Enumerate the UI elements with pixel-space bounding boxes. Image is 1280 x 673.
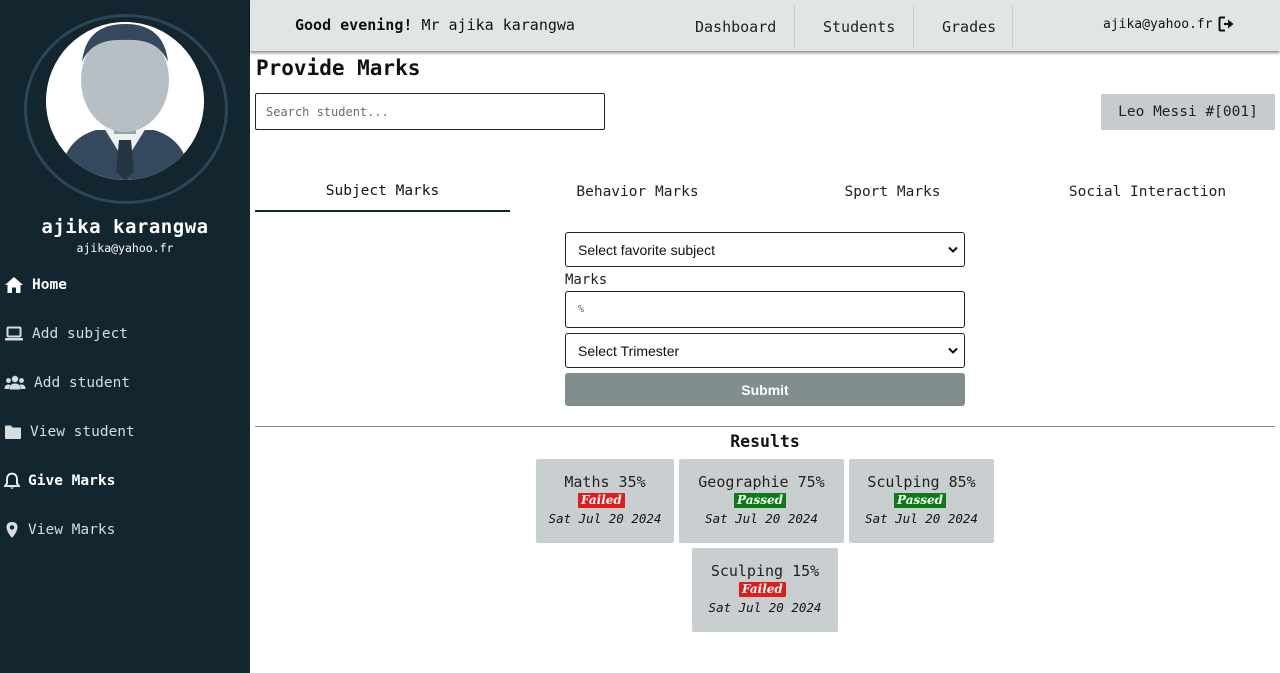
- account-email: ajika@yahoo.fr: [1103, 16, 1213, 32]
- laptop-icon: [5, 326, 23, 341]
- sidebar-item-give-marks[interactable]: Give Marks: [0, 466, 250, 496]
- result-date: Sat Jul 20 2024: [708, 600, 822, 615]
- bell-icon: [4, 472, 20, 489]
- subject-select[interactable]: Select favorite subject: [565, 232, 965, 267]
- tab-behavior-marks[interactable]: Behavior Marks: [510, 172, 765, 212]
- result-subject-score: Sculping 85%: [849, 473, 994, 491]
- sidebar-item-label: Home: [32, 277, 67, 293]
- result-card: Geographie 75% Passed Sat Jul 20 2024: [679, 459, 844, 543]
- results-title: Results: [730, 432, 800, 451]
- search-student-input[interactable]: [255, 93, 605, 130]
- greeting: Good evening! Mr ajika karangwa: [295, 16, 575, 34]
- result-subject-score: Maths 35%: [536, 473, 674, 491]
- tab-subject-marks[interactable]: Subject Marks: [255, 172, 510, 212]
- account-menu[interactable]: ajika@yahoo.fr: [1103, 16, 1236, 32]
- status-badge: Failed: [578, 493, 625, 508]
- result-date: Sat Jul 20 2024: [705, 511, 818, 526]
- tab-social-interaction[interactable]: Social Interaction: [1020, 172, 1275, 212]
- divider: [255, 426, 1275, 427]
- sidebar-item-view-marks[interactable]: View Marks: [0, 515, 250, 545]
- users-icon: [4, 375, 26, 390]
- trimester-select-value: Select Trimester: [578, 342, 680, 359]
- logout-icon[interactable]: [1218, 16, 1236, 32]
- sidebar-item-label: Give Marks: [28, 473, 116, 489]
- result-card: Maths 35% Failed Sat Jul 20 2024: [536, 459, 674, 543]
- nav-link-dashboard[interactable]: Dashboard: [695, 5, 776, 48]
- home-icon: [5, 277, 23, 293]
- trimester-select[interactable]: Select Trimester: [565, 333, 965, 368]
- status-badge: Passed: [734, 493, 787, 508]
- selected-student-badge: Leo Messi #[001]: [1101, 94, 1275, 130]
- nav-separator: [913, 5, 914, 48]
- sidebar-item-label: Add subject: [32, 326, 129, 342]
- page-title: Provide Marks: [256, 56, 421, 80]
- sidebar-item-add-student[interactable]: Add student: [0, 368, 250, 398]
- marks-input[interactable]: [565, 291, 965, 328]
- result-subject-score: Geographie 75%: [679, 473, 844, 491]
- map-pin-icon: [6, 522, 18, 538]
- result-subject-score: Sculping 15%: [692, 562, 838, 580]
- greeting-name: Mr ajika karangwa: [421, 16, 575, 34]
- status-badge: Failed: [739, 582, 786, 597]
- sidebar-item-home[interactable]: Home: [0, 270, 250, 300]
- result-subject: Sculping: [867, 473, 940, 491]
- result-subject: Geographie: [698, 473, 789, 491]
- sidebar-item-label: View Marks: [28, 522, 116, 538]
- status-badge: Passed: [894, 493, 947, 508]
- nav-link-students[interactable]: Students: [823, 5, 895, 48]
- profile-name: ajika karangwa: [41, 216, 209, 238]
- result-card: Sculping 15% Failed Sat Jul 20 2024: [692, 548, 838, 632]
- user-avatar-icon: [46, 22, 204, 180]
- submit-button[interactable]: Submit: [565, 373, 965, 406]
- avatar: [46, 22, 204, 180]
- sidebar-item-label: Add student: [34, 375, 131, 391]
- result-subject: Maths: [564, 473, 610, 491]
- result-score: 35%: [618, 473, 646, 491]
- result-score: 85%: [948, 473, 976, 491]
- profile-email: ajika@yahoo.fr: [76, 241, 174, 255]
- greeting-strong: Good evening!: [295, 16, 413, 34]
- result-date: Sat Jul 20 2024: [865, 511, 978, 526]
- subject-select-value: Select favorite subject: [578, 241, 715, 258]
- nav-link-grades[interactable]: Grades: [942, 5, 996, 48]
- result-date: Sat Jul 20 2024: [548, 511, 662, 526]
- chevron-down-icon: [948, 246, 958, 253]
- marks-label: Marks: [565, 272, 608, 288]
- nav-separator: [1012, 5, 1013, 48]
- chevron-down-icon: [948, 347, 958, 354]
- sidebar: ajika karangwa ajika@yahoo.fr Home Add s…: [0, 0, 250, 673]
- sidebar-item-add-subject[interactable]: Add subject: [0, 319, 250, 349]
- result-subject: Sculping: [710, 562, 784, 580]
- result-card: Sculping 85% Passed Sat Jul 20 2024: [849, 459, 994, 543]
- result-score: 75%: [797, 473, 825, 491]
- top-header: Good evening! Mr ajika karangwa Dashboar…: [250, 0, 1280, 51]
- nav-separator: [794, 5, 795, 48]
- result-score: 15%: [792, 562, 820, 580]
- tab-sport-marks[interactable]: Sport Marks: [765, 172, 1020, 212]
